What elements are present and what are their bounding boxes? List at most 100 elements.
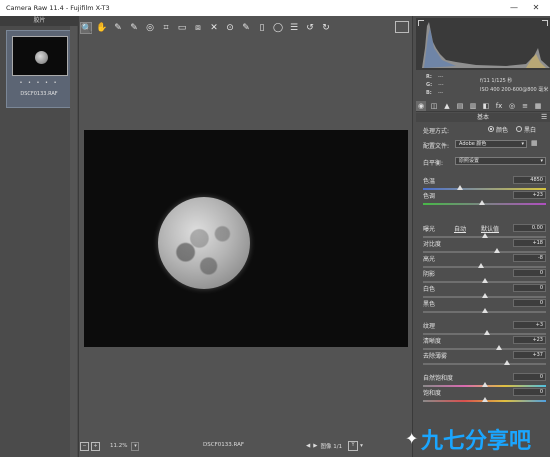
slider-thumb[interactable] <box>496 345 503 350</box>
filmstrip-thumbnail[interactable] <box>12 36 68 76</box>
highlight-clipping-icon[interactable] <box>542 20 548 26</box>
slider-track[interactable] <box>423 382 546 387</box>
slider-thumb[interactable] <box>479 200 486 205</box>
profile-browser-icon[interactable]: ▦ <box>531 139 538 147</box>
zoom-level[interactable]: 11.2% <box>110 443 127 449</box>
histogram <box>416 18 550 70</box>
slider-value-field[interactable]: +3 <box>513 321 546 329</box>
slider-value-field[interactable]: 4850 <box>513 176 546 184</box>
slider-track[interactable] <box>423 200 546 205</box>
radial-filter-icon[interactable]: ◯ <box>272 22 284 34</box>
slider-track[interactable] <box>423 263 546 268</box>
slider-thumb[interactable] <box>481 397 488 402</box>
before-after-y-button[interactable]: Y <box>348 441 359 451</box>
slider-value-field[interactable]: -8 <box>513 254 546 262</box>
panel-menu-icon[interactable]: ☰ <box>541 113 547 121</box>
r-readout: R: --- <box>426 74 444 80</box>
close-button[interactable]: ✕ <box>530 2 542 14</box>
white-balance-icon[interactable]: ✎ <box>112 22 124 34</box>
slider-value-field[interactable]: 0 <box>513 284 546 292</box>
slider-track[interactable] <box>423 308 546 313</box>
rating-stars[interactable]: • • • • • <box>7 80 71 86</box>
filmstrip-scrollbar[interactable] <box>70 26 77 457</box>
slider-value-field[interactable]: 0 <box>513 269 546 277</box>
slider-thumb[interactable] <box>503 360 510 365</box>
straighten-icon[interactable]: ▭ <box>176 22 188 34</box>
slider-value-field[interactable]: +37 <box>513 351 546 359</box>
slider-thumb[interactable] <box>481 308 488 313</box>
tab-snapshots[interactable]: ▦ <box>533 101 543 111</box>
slider-value-field[interactable]: 0 <box>513 388 546 396</box>
spot-removal-icon[interactable]: ✕ <box>208 22 220 34</box>
slider-thumb[interactable] <box>456 185 463 190</box>
title-bar: Camera Raw 11.4 - Fujifilm X-T3 — ✕ <box>0 0 550 16</box>
slider-thumb[interactable] <box>481 278 488 283</box>
b-readout: B: --- <box>426 90 444 96</box>
image-counter: 图像 1/1 <box>320 444 343 450</box>
slider-value-field[interactable]: 0 <box>513 373 546 381</box>
target-adjust-icon[interactable]: ◎ <box>144 22 156 34</box>
wb-select[interactable]: 原照设置 ▾ <box>455 157 546 165</box>
chevron-down-icon[interactable]: ▾ <box>131 441 140 451</box>
slider-value-field[interactable]: +18 <box>513 239 546 247</box>
next-image-icon[interactable]: ▶ <box>313 443 317 449</box>
slider-track[interactable] <box>423 397 546 402</box>
graduated-filter-icon[interactable]: ▯ <box>256 22 268 34</box>
zoom-out-button[interactable]: − <box>80 441 89 451</box>
profile-select[interactable]: Adobe 颜色 ▾ <box>455 140 527 148</box>
shadow-clipping-icon[interactable] <box>418 20 424 26</box>
slider-thumb[interactable] <box>483 330 490 335</box>
zoom-in-button[interactable]: + <box>91 441 100 451</box>
tab-hsl[interactable]: ▤ <box>455 101 465 111</box>
slider-thumb[interactable] <box>477 263 484 268</box>
slider-track[interactable] <box>423 233 546 238</box>
slider-thumb[interactable] <box>481 233 488 238</box>
slider-thumb[interactable] <box>493 248 500 253</box>
slider-value-field[interactable]: 0.00 <box>513 224 546 232</box>
default-link[interactable]: 默认值 <box>481 224 499 233</box>
tab-detail[interactable]: ▲ <box>442 101 452 111</box>
slider-track[interactable] <box>423 185 546 190</box>
slider-thumb[interactable] <box>481 293 488 298</box>
filmstrip-item[interactable]: • • • • • DSCF0133.RAF <box>6 30 72 108</box>
slider-value-field[interactable]: +23 <box>513 191 546 199</box>
color-sampler-icon[interactable]: ✎ <box>128 22 140 34</box>
tab-tone-curve[interactable]: ◫ <box>429 101 439 111</box>
rotate-ccw-icon[interactable]: ↺ <box>304 22 316 34</box>
slider-track[interactable] <box>423 293 546 298</box>
red-eye-icon[interactable]: ⊙ <box>224 22 236 34</box>
slider-track[interactable] <box>423 278 546 283</box>
tab-split-toning[interactable]: ▥ <box>468 101 478 111</box>
transform-icon[interactable]: ⧈ <box>192 22 204 34</box>
slider-value-field[interactable]: 0 <box>513 299 546 307</box>
rotate-cw-icon[interactable]: ↻ <box>320 22 332 34</box>
filmstrip-filename: DSCF0133.RAF <box>20 91 58 97</box>
process-color-radio[interactable] <box>488 126 494 132</box>
slider-track[interactable] <box>423 330 546 335</box>
slider-track[interactable] <box>423 248 546 253</box>
slider-thumb[interactable] <box>481 382 488 387</box>
adjustment-brush-icon[interactable]: ✎ <box>240 22 252 34</box>
slider-value-field[interactable]: +23 <box>513 336 546 344</box>
tab-lens-corrections[interactable]: ◧ <box>481 101 491 111</box>
minimize-button[interactable]: — <box>508 2 520 14</box>
slider-label: 白色 <box>423 286 436 293</box>
slider-track[interactable] <box>423 345 546 350</box>
preferences-icon[interactable]: ☰ <box>288 22 300 34</box>
process-bw-radio[interactable] <box>516 126 522 132</box>
image-canvas[interactable] <box>80 38 410 437</box>
chevron-down-icon[interactable]: ▾ <box>360 443 363 449</box>
tab-calibration[interactable]: ◎ <box>507 101 517 111</box>
tab-effects[interactable]: fx <box>494 101 504 111</box>
panel-title: 基本 <box>416 113 550 122</box>
zoom-icon[interactable]: 🔍 <box>80 22 92 34</box>
tab-basic[interactable]: ◉ <box>416 100 426 111</box>
fullscreen-icon[interactable] <box>395 21 409 33</box>
tab-presets[interactable]: ≡ <box>520 101 530 111</box>
g-readout: G: --- <box>426 82 444 88</box>
slider-track[interactable] <box>423 360 546 365</box>
crop-icon[interactable]: ⌗ <box>160 22 172 34</box>
hand-icon[interactable]: ✋ <box>96 22 108 34</box>
auto-link[interactable]: 自动 <box>454 224 466 233</box>
previous-image-icon[interactable]: ◀ <box>306 443 310 449</box>
